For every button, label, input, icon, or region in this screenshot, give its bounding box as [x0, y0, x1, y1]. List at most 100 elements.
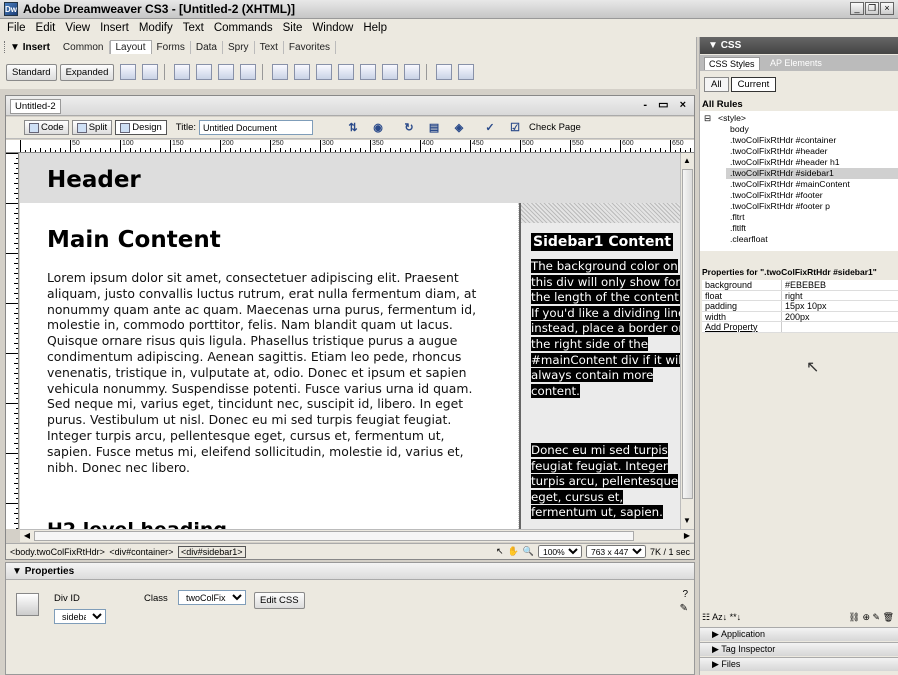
document-window-controls[interactable]: - ▭ ×: [643, 98, 690, 111]
scroll-down-icon[interactable]: ▼: [681, 515, 693, 527]
rule-item[interactable]: .clearfloat: [730, 234, 768, 245]
quick-tag-editor-icon[interactable]: ✎: [680, 603, 688, 614]
vertical-scrollbar[interactable]: ▲ ▼: [680, 153, 694, 529]
tabular-data-icon[interactable]: [436, 64, 453, 80]
expanded-mode-button[interactable]: Expanded: [59, 63, 115, 81]
class-select[interactable]: twoColFixR: [178, 590, 246, 605]
frames-dropdown-icon[interactable]: [404, 64, 421, 80]
design-view-button[interactable]: Design: [115, 120, 167, 135]
insert-row-below-icon[interactable]: [294, 64, 311, 80]
tab-css-styles[interactable]: CSS Styles: [704, 57, 760, 70]
tab-data[interactable]: Data: [191, 40, 223, 54]
split-view-button[interactable]: Split: [71, 120, 113, 135]
scroll-left-icon[interactable]: ◀: [21, 530, 33, 542]
property-value[interactable]: 200px: [782, 312, 810, 322]
minimize-icon[interactable]: _: [850, 2, 864, 15]
horizontal-scrollbar[interactable]: ◀ ▶: [20, 529, 694, 542]
file-management-icon[interactable]: ⇅: [346, 121, 360, 135]
new-rule-icon[interactable]: ⊕: [862, 612, 870, 622]
panel-grip-icon[interactable]: [4, 41, 8, 53]
insert-column-icon[interactable]: [316, 64, 333, 80]
main-content-div[interactable]: Main Content Lorem ipsum dolor sit amet,…: [20, 203, 519, 529]
rule-item[interactable]: .twoColFixRtHdr #footer p: [730, 201, 830, 212]
dreamweaver-app-icon[interactable]: Dw: [4, 2, 18, 16]
tag-container[interactable]: <div#container>: [109, 547, 173, 557]
property-row[interactable]: float right: [702, 290, 898, 301]
rule-item-selected[interactable]: .twoColFixRtHdr #sidebar1: [726, 168, 898, 179]
restore-icon[interactable]: ❐: [865, 2, 879, 15]
close-icon[interactable]: ×: [880, 2, 894, 15]
edit-css-button[interactable]: Edit CSS: [254, 592, 305, 609]
document-title-input[interactable]: [199, 120, 314, 135]
frames-icon[interactable]: [360, 64, 377, 80]
insert-label[interactable]: ▼ Insert: [10, 42, 50, 53]
rule-item[interactable]: .twoColFixRtHdr #container: [730, 135, 836, 146]
set-properties-icon[interactable]: **↓: [730, 612, 742, 622]
insert-div-icon[interactable]: [142, 64, 159, 80]
sidebar-paragraph-2[interactable]: Donec eu mi sed turpis feugiat feugiat. …: [531, 443, 680, 521]
h2-heading-partial[interactable]: H2 level heading: [47, 519, 227, 529]
menu-insert[interactable]: Insert: [95, 22, 134, 34]
refresh-icon[interactable]: ↻: [402, 121, 416, 135]
rule-item[interactable]: body: [730, 124, 749, 135]
div-id-select[interactable]: sidebar1: [54, 609, 106, 624]
menu-edit[interactable]: Edit: [31, 22, 61, 34]
tab-ap-elements[interactable]: AP Elements: [766, 57, 826, 69]
zoom-tool-icon[interactable]: 🔍: [523, 546, 534, 557]
tab-spry[interactable]: Spry: [223, 40, 255, 54]
delete-rule-icon[interactable]: 🗑: [883, 612, 894, 622]
menu-window[interactable]: Window: [307, 22, 358, 34]
view-options-icon[interactable]: ▤: [427, 121, 441, 135]
spry-menu-icon[interactable]: [240, 64, 257, 80]
horizontal-scroll-thumb[interactable]: [34, 531, 634, 541]
add-property-link[interactable]: Add Property: [702, 322, 782, 332]
rule-item[interactable]: <style>: [718, 113, 746, 124]
menu-text[interactable]: Text: [178, 22, 209, 34]
property-row[interactable]: Add Property: [702, 322, 898, 333]
layout-table-icon[interactable]: [174, 64, 191, 80]
menu-view[interactable]: View: [60, 22, 95, 34]
application-panel-group[interactable]: ▶ Application: [700, 627, 898, 641]
menu-modify[interactable]: Modify: [134, 22, 178, 34]
collapse-icon[interactable]: ⊟: [704, 113, 711, 124]
select-tool-icon[interactable]: ↖: [496, 546, 504, 557]
rule-item[interactable]: .fltlft: [730, 223, 746, 234]
scroll-up-icon[interactable]: ▲: [681, 155, 693, 167]
document-tab[interactable]: Untitled-2: [10, 99, 61, 114]
tag-inspector-panel-group[interactable]: ▶ Tag Inspector: [700, 642, 898, 656]
sidebar-paragraph-1[interactable]: The background color on this div will on…: [531, 259, 680, 399]
standard-mode-button[interactable]: Standard: [6, 63, 57, 81]
zoom-select[interactable]: 100%: [537, 545, 582, 558]
tab-forms[interactable]: Forms: [152, 40, 191, 54]
window-size-select[interactable]: 763 x 447: [585, 545, 646, 558]
rule-item[interactable]: .twoColFixRtHdr #header: [730, 146, 828, 157]
code-view-button[interactable]: Code: [24, 120, 69, 135]
hand-tool-icon[interactable]: ✋: [508, 546, 519, 557]
validate-markup-icon[interactable]: ✓: [483, 121, 497, 135]
spry-tabbed-panels-icon[interactable]: [458, 64, 475, 80]
property-value[interactable]: #EBEBEB: [782, 280, 826, 290]
check-page-icon[interactable]: ☑: [508, 121, 522, 135]
sidebar1-div[interactable]: Sidebar1 Content The background color on…: [519, 203, 680, 529]
menu-file[interactable]: File: [2, 22, 31, 34]
alpha-view-icon[interactable]: Az↓: [712, 612, 727, 622]
tag-sidebar1[interactable]: <div#sidebar1>: [177, 545, 246, 558]
tab-favorites[interactable]: Favorites: [284, 40, 337, 54]
category-view-icon[interactable]: ☷: [702, 612, 710, 622]
property-value[interactable]: right: [782, 291, 803, 301]
iframe-icon[interactable]: [382, 64, 399, 80]
help-icon[interactable]: ?: [682, 589, 688, 600]
css-panel-header[interactable]: ▼ CSS: [700, 37, 898, 54]
current-mode-button[interactable]: Current: [730, 77, 777, 92]
insert-column-right-icon[interactable]: [338, 64, 355, 80]
property-row[interactable]: padding 15px 10px: [702, 301, 898, 312]
design-canvas[interactable]: Header Main Content Lorem ipsum dolor si…: [20, 153, 680, 529]
attach-stylesheet-icon[interactable]: ⛓: [848, 612, 859, 622]
property-row[interactable]: width 200px: [702, 311, 898, 322]
edit-rule-icon[interactable]: ✎: [873, 612, 881, 622]
menu-commands[interactable]: Commands: [209, 22, 278, 34]
rule-item[interactable]: .twoColFixRtHdr #header h1: [730, 157, 840, 168]
vertical-scroll-thumb[interactable]: [682, 169, 693, 499]
tab-common[interactable]: Common: [58, 40, 110, 54]
property-row[interactable]: background #EBEBEB: [702, 280, 898, 291]
